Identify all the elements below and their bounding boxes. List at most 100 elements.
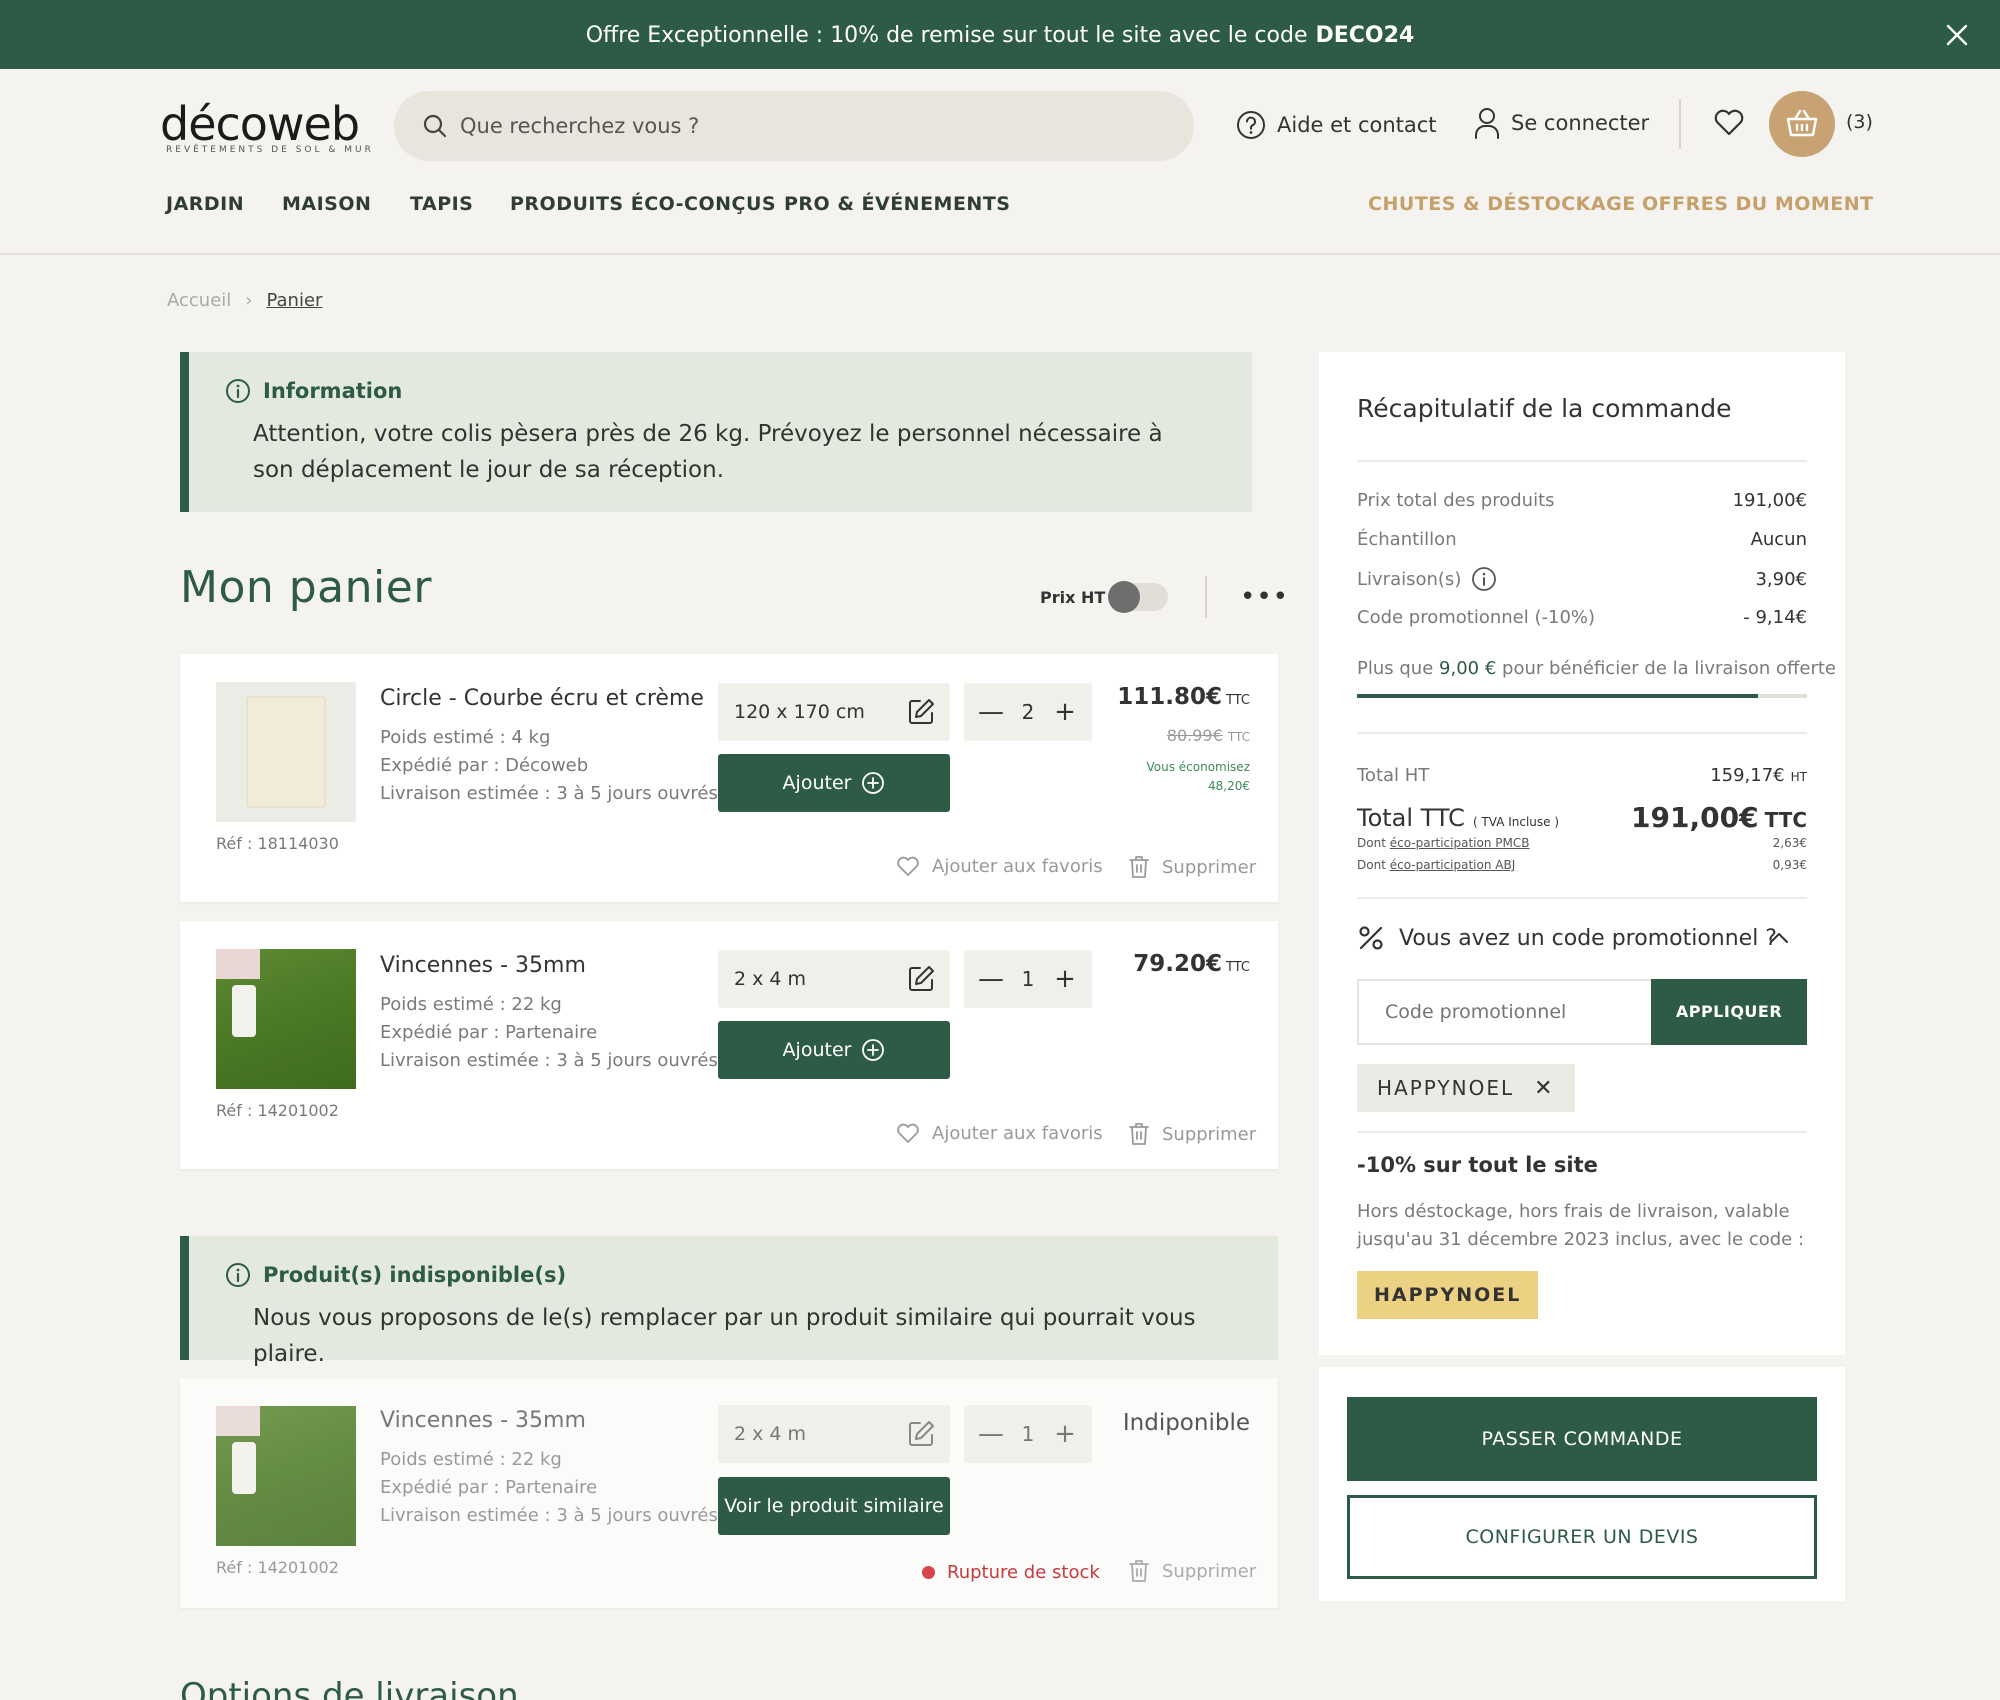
login-link[interactable]: Se connecter [1473, 105, 1649, 141]
size-selector[interactable]: 2 x 4 m [718, 950, 950, 1008]
chevron-up-icon[interactable] [1767, 928, 1791, 948]
close-icon[interactable] [1942, 20, 1972, 50]
summary-row-label: Échantillon [1357, 529, 1457, 550]
product-weight: Poids estimé : 22 kg [380, 1449, 562, 1470]
plus-circle-icon [861, 1038, 885, 1062]
red-dot-icon [922, 1566, 935, 1579]
help-contact-link[interactable]: Aide et contact [1235, 107, 1437, 143]
size-selector[interactable]: 120 x 170 cm [718, 683, 950, 741]
summary-divider [1357, 732, 1807, 734]
product-weight: Poids estimé : 4 kg [380, 727, 551, 748]
increase-quantity-button[interactable]: + [1050, 683, 1080, 741]
info-alert-title: Information [225, 378, 402, 404]
nav-pro-evenements[interactable]: PRO & ÉVÉNEMENTS [784, 193, 1010, 215]
logo[interactable]: décoweb REVÊTEMENTS DE SOL & MUR [160, 99, 374, 155]
increase-quantity-button[interactable]: + [1050, 950, 1080, 1008]
total-ttc-row: Total TTC ( TVA Incluse ) 191,00€ TTC [1357, 801, 1807, 834]
old-price: 80.99€ TTC [1167, 726, 1250, 745]
plus-circle-icon [861, 771, 885, 795]
heart-icon [896, 1122, 920, 1144]
nav-offres-moment[interactable]: OFFRES DU MOMENT [1642, 193, 1874, 215]
product-name[interactable]: Circle - Courbe écru et crème [380, 686, 704, 711]
product-image[interactable] [216, 682, 356, 822]
product-name[interactable]: Vincennes - 35mm [380, 953, 586, 978]
search-icon [422, 113, 448, 139]
size-value: 2 x 4 m [734, 1423, 807, 1445]
breadcrumb-home[interactable]: Accueil [167, 290, 231, 311]
out-of-stock-label: Rupture de stock [947, 1562, 1100, 1583]
promo-code-toggle[interactable]: Vous avez un code promotionnel ? [1357, 924, 1807, 952]
offer-description: Hors déstockage, hors frais de livraison… [1357, 1201, 1805, 1250]
configure-quote-button[interactable]: CONFIGURER UN DEVIS [1347, 1495, 1817, 1579]
increase-quantity-button: + [1054, 1419, 1076, 1449]
product-delivery: Livraison estimée : 3 à 5 jours ouvrés [380, 783, 718, 804]
search-input[interactable]: Que recherchez vous ? [460, 91, 699, 161]
promo-code-input[interactable] [1357, 979, 1655, 1045]
free-shipping-suffix: pour bénéficier de la livraison offerte [1502, 658, 1836, 679]
nav-eco-concus[interactable]: PRODUITS ÉCO-CONÇUS [510, 193, 776, 215]
nav-tapis[interactable]: TAPIS [410, 193, 473, 215]
eco-value: 2,63€ [1772, 836, 1807, 850]
promo-banner-text: Offre Exceptionnelle : 10% de remise sur… [585, 23, 1415, 48]
vase-decor [232, 1442, 256, 1494]
product-price-value: 111.80€ [1117, 684, 1223, 710]
total-ht-row: Total HT 159,17€ HT [1357, 765, 1807, 786]
logo-wordmark: décoweb [160, 97, 360, 151]
product-ref: Réf : 14201002 [216, 1101, 339, 1120]
free-shipping-amount: 9,00 € [1439, 658, 1497, 679]
delete-button[interactable]: Supprimer [1128, 855, 1256, 879]
delete-button[interactable]: Supprimer [1128, 1122, 1256, 1146]
place-order-button[interactable]: PASSER COMMANDE [1347, 1397, 1817, 1481]
product-meta: Poids estimé : 22 kg Expédié par : Parte… [380, 991, 718, 1075]
search-bar[interactable]: Que recherchez vous ? [394, 91, 1194, 161]
product-shipper: Expédié par : Partenaire [380, 1022, 598, 1043]
info-icon[interactable] [1471, 566, 1497, 592]
see-similar-product-button[interactable]: Voir le produit similaire [718, 1477, 950, 1535]
cart-header-divider [1205, 576, 1207, 618]
add-button[interactable]: Ajouter [718, 1021, 950, 1079]
summary-row-label: Code promotionnel (-10%) [1357, 607, 1596, 628]
product-price-unit: TTC [1226, 693, 1250, 708]
eco-participation-pmcb-link[interactable]: éco-participation PMCB [1390, 836, 1530, 850]
add-to-favorites-button[interactable]: Ajouter aux favoris [896, 855, 1103, 877]
delete-button[interactable]: Supprimer [1128, 1559, 1256, 1583]
applied-promo-chip: HAPPYNOEL ✕ [1357, 1064, 1575, 1112]
product-price: 79.20€ TTC [1133, 951, 1250, 977]
add-to-favorites-button[interactable]: Ajouter aux favoris [896, 1122, 1103, 1144]
prix-ht-label: Prix HT [1040, 588, 1106, 607]
total-ht-value: 159,17€ [1710, 765, 1785, 786]
product-image[interactable] [216, 1406, 356, 1546]
prix-ht-toggle[interactable] [1108, 581, 1168, 613]
apply-promo-button[interactable]: APPLIQUER [1651, 979, 1807, 1045]
add-button[interactable]: Ajouter [718, 754, 950, 812]
header-divider [1679, 99, 1681, 149]
savings-value: 48,20€ [1208, 779, 1250, 793]
edit-icon[interactable] [906, 964, 936, 994]
nav-chutes-destockage[interactable]: CHUTES & DÉSTOCKAGE [1368, 193, 1636, 215]
breadcrumb-separator: › [245, 290, 253, 311]
summary-row-promo: Code promotionnel (-10%) - 9,14€ [1357, 607, 1807, 628]
wishlist-heart-icon[interactable] [1713, 107, 1745, 137]
summary-row-shipping: Livraison(s) 3,90€ [1357, 566, 1807, 592]
edit-icon[interactable] [906, 697, 936, 727]
add-button-label: Ajouter [782, 1039, 852, 1061]
product-delivery: Livraison estimée : 3 à 5 jours ouvrés [380, 1050, 718, 1071]
close-icon[interactable]: ✕ [1534, 1076, 1554, 1101]
product-name[interactable]: Vincennes - 35mm [380, 1408, 586, 1433]
breadcrumb-current[interactable]: Panier [266, 290, 322, 311]
eco-participation-abj-link[interactable]: éco-participation ABJ [1390, 858, 1516, 872]
help-circle-icon [1235, 109, 1267, 141]
nav-jardin[interactable]: JARDIN [166, 193, 244, 215]
product-image[interactable] [216, 949, 356, 1089]
more-options-icon[interactable]: ••• [1240, 582, 1289, 612]
total-ttc-label: Total TTC [1357, 803, 1465, 832]
nav-maison[interactable]: MAISON [282, 193, 371, 215]
offer-code-badge[interactable]: HAPPYNOEL [1357, 1271, 1539, 1319]
unavailable-status: Indiponible [1122, 1410, 1250, 1436]
delete-label: Supprimer [1162, 1123, 1257, 1145]
old-price-unit: TTC [1227, 730, 1250, 744]
summary-row-label: Prix total des produits [1357, 490, 1555, 511]
trash-icon [1128, 1122, 1150, 1146]
cart-button[interactable] [1769, 91, 1835, 157]
checkout-actions: PASSER COMMANDE CONFIGURER UN DEVIS [1319, 1367, 1845, 1601]
